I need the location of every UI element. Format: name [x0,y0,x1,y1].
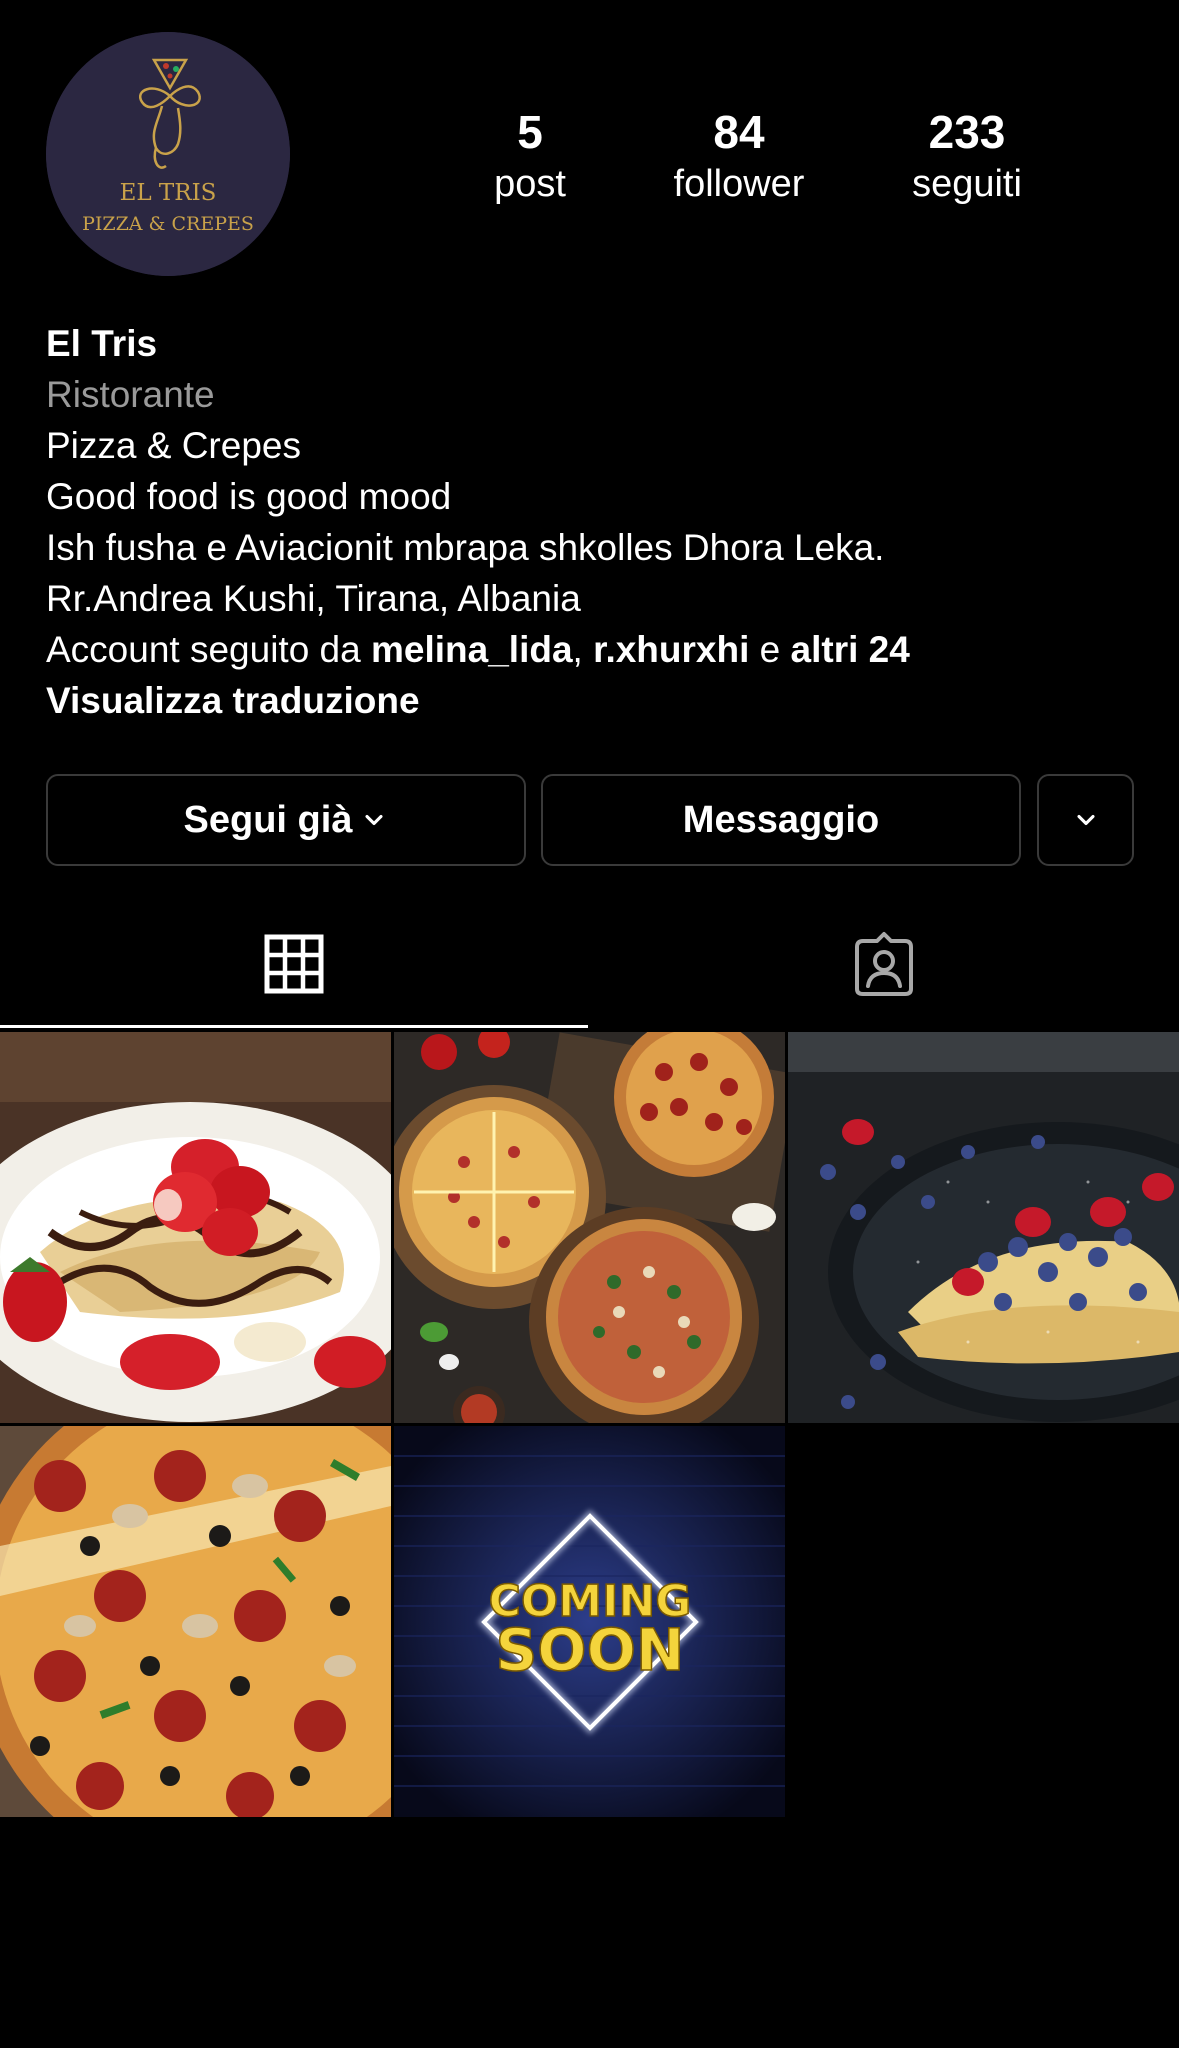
profile-header: EL TRIS PIZZA & CREPES 5 post 84 followe… [0,0,1179,300]
followed-by[interactable]: Account seguito da melina_lida, r.xhurxh… [46,624,1146,675]
followed-user-2[interactable]: r.xhurxhi [593,629,749,670]
followed-and: e [749,629,791,670]
el-tris-logo: EL TRIS PIZZA & CREPES [46,32,290,276]
profile-tabs [0,900,1179,1032]
post-thumbnail[interactable] [394,1032,785,1423]
followed-by-prefix: Account seguito da [46,629,371,670]
post-thumbnail[interactable] [0,1426,391,1817]
bio-line-3: Ish fusha e Aviacionit mbrapa shkolles D… [46,527,885,568]
profile-category: Ristorante [46,374,215,415]
chevron-down-icon [365,814,383,826]
bio-address[interactable]: Rr.Andrea Kushi, Tirana, Albania [46,573,1146,624]
post-thumbnail[interactable] [0,1032,391,1423]
post-thumbnail[interactable] [788,1032,1179,1423]
suggestions-button[interactable] [1037,774,1134,866]
tab-active-indicator [0,1025,588,1028]
bio-line-1: Pizza & Crepes [46,425,301,466]
tab-posts[interactable] [0,900,588,1028]
post-thumbnail[interactable]: COMING SOON [394,1426,785,1817]
pizzas-image [394,1032,785,1423]
avatar-title: EL TRIS [120,180,217,206]
followed-separator: , [572,629,594,670]
profile-stats: 5 post 84 follower 233 seguiti [430,104,1110,214]
neon-text-soon: SOON [496,1616,685,1684]
stat-following[interactable]: 233 seguiti [867,104,1067,208]
followed-others[interactable]: altri 24 [791,629,910,670]
profile-actions: Segui già Messaggio [46,774,1134,870]
followed-user-1[interactable]: melina_lida [371,629,573,670]
crepes-berries-image [788,1032,1179,1423]
profile-name: El Tris [46,323,158,364]
coming-soon-neon-image: COMING SOON [394,1426,785,1817]
posts-count: 5 [517,106,543,158]
following-button-label: Segui già [183,798,353,841]
grid-icon [264,934,324,994]
message-button[interactable]: Messaggio [541,774,1021,866]
posts-label: post [494,163,566,205]
chevron-down-icon [1076,814,1095,826]
profile-avatar[interactable]: EL TRIS PIZZA & CREPES [46,32,290,276]
following-button[interactable]: Segui già [46,774,526,866]
followers-count: 84 [713,106,765,158]
stat-followers[interactable]: 84 follower [639,104,839,208]
avatar-subtitle: PIZZA & CREPES [82,213,254,235]
message-button-label: Messaggio [682,798,880,841]
pizza-slice-image [0,1426,391,1817]
following-count: 233 [928,106,1006,158]
translate-link[interactable]: Visualizza traduzione [46,675,1146,726]
profile-bio: El Tris Ristorante Pizza & Crepes Good f… [46,318,1146,726]
tab-tagged[interactable] [590,900,1178,1028]
bio-line-2: Good food is good mood [46,476,452,517]
following-label: seguiti [912,163,1022,205]
tagged-person-icon [855,932,913,996]
crepes-strawberry-image [0,1032,391,1423]
followers-label: follower [673,163,805,205]
stat-posts[interactable]: 5 post [430,104,630,208]
